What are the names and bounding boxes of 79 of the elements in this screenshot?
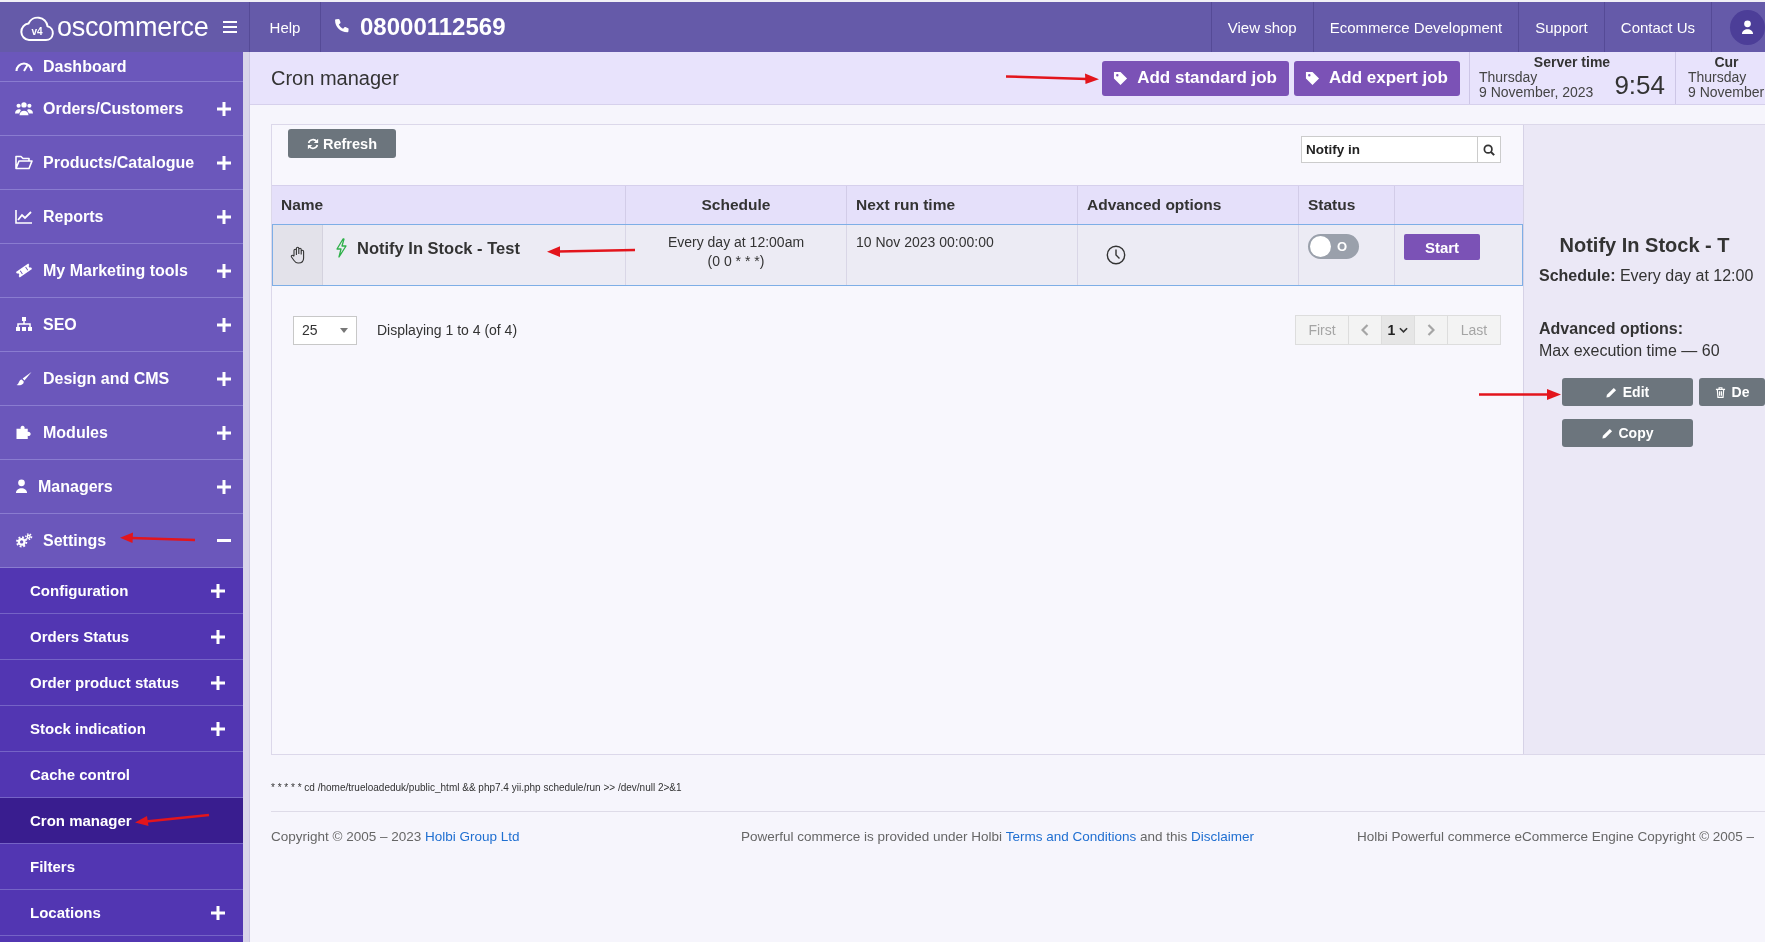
sidebar-item[interactable]: Settings bbox=[0, 514, 243, 568]
page-title: Cron manager bbox=[271, 66, 399, 90]
search-button[interactable] bbox=[1477, 136, 1501, 163]
sidebar-item[interactable]: My Marketing tools bbox=[0, 244, 243, 298]
ticket-icon bbox=[15, 263, 33, 278]
clock-icon bbox=[1106, 245, 1126, 265]
sidebar-item[interactable]: Dashboard bbox=[0, 52, 243, 82]
drag-handle[interactable] bbox=[273, 225, 323, 285]
search-field[interactable]: Notify in bbox=[1301, 136, 1477, 163]
clock-date: 9 November, 2023 bbox=[1479, 85, 1594, 100]
user-icon bbox=[1741, 19, 1754, 35]
chevron-left-icon bbox=[1361, 324, 1369, 336]
folder-icon bbox=[15, 155, 33, 170]
clock-date: 9 November bbox=[1688, 85, 1765, 100]
company-link[interactable]: Holbi Group Ltd bbox=[425, 829, 520, 844]
sidebar-item[interactable]: Products/Catalogue bbox=[0, 136, 243, 190]
sidebar-subitem[interactable]: Cron manager bbox=[0, 798, 243, 844]
chart-icon bbox=[15, 209, 33, 224]
delete-button[interactable]: De bbox=[1699, 378, 1765, 406]
chevron-down-icon bbox=[1399, 327, 1409, 333]
sidebar-item[interactable]: Orders/Customers bbox=[0, 82, 243, 136]
chevron-right-icon bbox=[1427, 324, 1435, 336]
edit-button[interactable]: Edit bbox=[1562, 378, 1693, 406]
options-text: Max execution time — 60 bbox=[1539, 341, 1721, 361]
clock-day: Thursday bbox=[1688, 70, 1765, 85]
account-button[interactable] bbox=[1730, 9, 1765, 45]
phone-number: 08000112569 bbox=[360, 13, 506, 41]
refresh-button[interactable]: Refresh bbox=[288, 129, 396, 158]
table-cell: Every day at 12:00am (0 0 * * *) bbox=[626, 225, 847, 285]
scrollbar[interactable] bbox=[243, 52, 250, 942]
hand-icon bbox=[289, 246, 306, 264]
powered-by-text: Powerful commerce is provided under Holbi Terms and Conditions and this Disclaimer bbox=[741, 828, 1256, 846]
add-job-button[interactable]: Add standard job bbox=[1102, 60, 1289, 96]
copy-button[interactable]: Copy bbox=[1562, 419, 1693, 447]
sidebar-item[interactable]: Design and CMS bbox=[0, 352, 243, 406]
tag-icon bbox=[1113, 70, 1129, 86]
pencil-icon bbox=[1601, 427, 1613, 439]
sitemap-icon bbox=[15, 317, 33, 332]
menu-button[interactable] bbox=[223, 21, 237, 33]
tag-icon bbox=[1305, 70, 1320, 86]
copyright-text: Copyright © 2005 – 2023 Holbi Group Ltd bbox=[271, 828, 521, 846]
gauge-icon bbox=[15, 59, 33, 74]
phone-icon bbox=[334, 19, 350, 35]
clock-time: 9:54 bbox=[1614, 70, 1665, 100]
menu-icon bbox=[223, 21, 237, 33]
search-icon bbox=[1483, 143, 1495, 156]
column-header: Name bbox=[280, 195, 325, 215]
clock-title: Server time bbox=[1532, 54, 1612, 70]
footer-link[interactable]: Disclaimer bbox=[1191, 829, 1255, 844]
start-button[interactable]: Start bbox=[1404, 234, 1480, 260]
brush-icon bbox=[15, 371, 33, 386]
sidebar-item[interactable]: Reports bbox=[0, 190, 243, 244]
add-job-button[interactable]: Add expert job bbox=[1294, 60, 1460, 96]
footer-link[interactable]: Terms and Conditions bbox=[1005, 829, 1137, 844]
table-cell: 10 Nov 2023 00:00:00 bbox=[847, 225, 1078, 285]
logo-text: oscommerce bbox=[57, 11, 209, 43]
sidebar-item[interactable]: Managers bbox=[0, 460, 243, 514]
users-icon bbox=[15, 101, 33, 116]
pencil-icon bbox=[1605, 386, 1617, 398]
table-row[interactable]: Notify In Stock - Test Every day at 12:00am (0 0 * * *) 10 Nov 2023 00:00:00 O Start bbox=[272, 224, 1523, 286]
engine-copyright-text: Holbi Powerful commerce eCommerce Engine Copyright © 2005 – bbox=[1357, 828, 1756, 846]
trash-icon bbox=[1714, 386, 1726, 398]
schedule-text: Schedule: Every day at 12:00 bbox=[1539, 266, 1755, 286]
caret-icon bbox=[340, 327, 348, 333]
user-icon bbox=[15, 479, 28, 494]
detail-title: Notify In Stock - T bbox=[1558, 233, 1731, 257]
cron-command: * * * * * cd /home/trueloadeduk/public_html && php7.4 yii.php schedule/run >> /dev/null 2>&1 bbox=[271, 781, 683, 795]
options-label: Advanced options: bbox=[1539, 319, 1684, 339]
sidebar-item[interactable]: SEO bbox=[0, 298, 243, 352]
clock-day: Thursday bbox=[1479, 70, 1594, 85]
pagination-info: Displaying 1 to 4 (of 4) bbox=[377, 322, 518, 338]
lightning-icon bbox=[335, 238, 347, 258]
logo-version: v4 bbox=[30, 26, 44, 37]
gears-icon bbox=[15, 533, 33, 548]
sidebar-item[interactable]: Modules bbox=[0, 406, 243, 460]
refresh-icon bbox=[307, 137, 319, 150]
puzzle-icon bbox=[15, 425, 33, 440]
job-name: Notify In Stock - Test bbox=[357, 238, 520, 258]
clock-title: Cur bbox=[1713, 54, 1740, 70]
